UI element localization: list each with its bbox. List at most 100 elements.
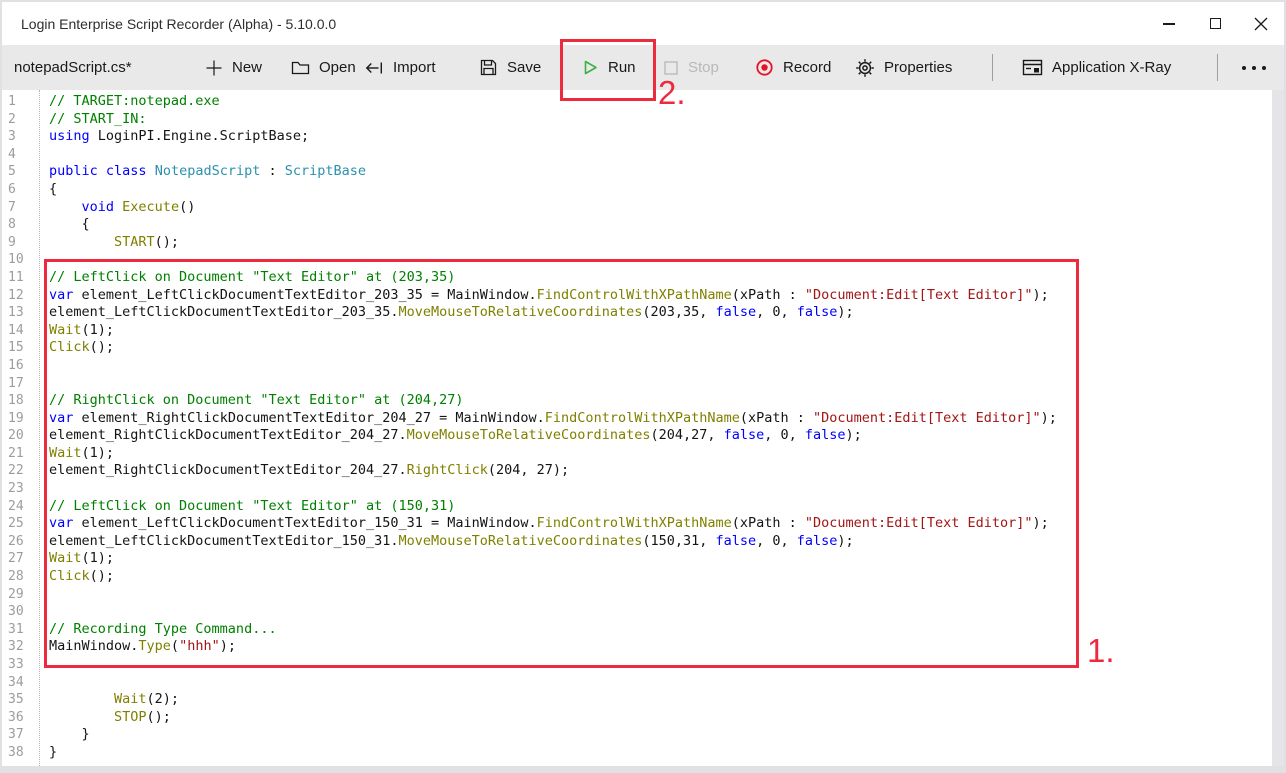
ellipsis-icon <box>1242 66 1246 70</box>
code-line[interactable]: // TARGET:notepad.exe <box>49 93 1284 111</box>
code-line[interactable] <box>49 586 1284 604</box>
vertical-scrollbar[interactable] <box>1272 90 1284 766</box>
save-label: Save <box>507 59 541 76</box>
code-line[interactable]: } <box>49 726 1284 744</box>
line-number: 38 <box>8 744 39 762</box>
plus-icon <box>205 59 223 77</box>
code-line[interactable] <box>49 656 1284 674</box>
code-line[interactable] <box>49 251 1284 269</box>
code-line[interactable]: Click(); <box>49 339 1284 357</box>
new-button[interactable]: New <box>205 45 262 90</box>
line-number: 12 <box>8 287 39 305</box>
record-circle-icon <box>755 58 774 77</box>
code-line[interactable]: } <box>49 744 1284 762</box>
minimize-button[interactable] <box>1146 2 1192 45</box>
code-line[interactable] <box>49 357 1284 375</box>
app-window: Login Enterprise Script Recorder (Alpha)… <box>2 2 1284 766</box>
line-number: 31 <box>8 621 39 639</box>
line-number: 24 <box>8 498 39 516</box>
line-number: 37 <box>8 726 39 744</box>
screenshot-canvas: Login Enterprise Script Recorder (Alpha)… <box>0 0 1286 773</box>
code-line[interactable] <box>49 674 1284 692</box>
line-number: 18 <box>8 392 39 410</box>
maximize-button[interactable] <box>1192 2 1238 45</box>
code-line[interactable]: using LoginPI.Engine.ScriptBase; <box>49 128 1284 146</box>
line-number: 9 <box>8 234 39 252</box>
line-number-gutter: 1234567891011121314151617181920212223242… <box>2 90 40 766</box>
code-line[interactable]: var element_RightClickDocumentTextEditor… <box>49 410 1284 428</box>
window-title: Login Enterprise Script Recorder (Alpha)… <box>21 16 336 32</box>
line-number: 23 <box>8 480 39 498</box>
code-editor[interactable]: 1234567891011121314151617181920212223242… <box>2 90 1284 766</box>
code-line[interactable]: Wait(1); <box>49 445 1284 463</box>
line-number: 11 <box>8 269 39 287</box>
code-line[interactable]: START(); <box>49 234 1284 252</box>
close-icon <box>1254 17 1268 31</box>
run-label: Run <box>608 59 636 76</box>
overflow-menu-button[interactable] <box>1242 45 1266 90</box>
code-line[interactable]: MainWindow.Type("hhh"); <box>49 638 1284 656</box>
stop-square-icon <box>663 60 679 76</box>
line-number: 25 <box>8 515 39 533</box>
code-line[interactable] <box>49 375 1284 393</box>
code-line[interactable]: var element_LeftClickDocumentTextEditor_… <box>49 515 1284 533</box>
line-number: 32 <box>8 638 39 656</box>
stop-button[interactable]: Stop <box>663 45 719 90</box>
code-line[interactable]: Wait(2); <box>49 691 1284 709</box>
code-area[interactable]: // TARGET:notepad.exe// START_IN:using L… <box>40 90 1284 766</box>
code-line[interactable]: public class NotepadScript : ScriptBase <box>49 163 1284 181</box>
code-line[interactable]: STOP(); <box>49 709 1284 727</box>
folder-icon <box>291 60 310 76</box>
line-number: 29 <box>8 586 39 604</box>
code-line[interactable]: element_LeftClickDocumentTextEditor_150_… <box>49 533 1284 551</box>
title-bar: Login Enterprise Script Recorder (Alpha)… <box>2 2 1284 45</box>
run-button[interactable]: Run <box>582 45 636 90</box>
save-button[interactable]: Save <box>479 45 541 90</box>
line-number: 28 <box>8 568 39 586</box>
code-line[interactable]: // LeftClick on Document "Text Editor" a… <box>49 269 1284 287</box>
line-number: 36 <box>8 709 39 727</box>
toolbar-divider <box>992 54 993 81</box>
code-line[interactable]: element_RightClickDocumentTextEditor_204… <box>49 427 1284 445</box>
app-window-icon <box>1022 59 1043 76</box>
code-line[interactable]: { <box>49 181 1284 199</box>
code-line[interactable]: void Execute() <box>49 199 1284 217</box>
close-button[interactable] <box>1238 2 1284 45</box>
line-number: 10 <box>8 251 39 269</box>
code-line[interactable]: // RightClick on Document "Text Editor" … <box>49 392 1284 410</box>
line-number: 13 <box>8 304 39 322</box>
code-line[interactable] <box>49 603 1284 621</box>
gear-icon <box>855 58 875 78</box>
code-line[interactable] <box>49 480 1284 498</box>
code-line[interactable]: element_RightClickDocumentTextEditor_204… <box>49 462 1284 480</box>
code-line[interactable]: // Recording Type Command... <box>49 621 1284 639</box>
properties-button[interactable]: Properties <box>855 45 952 90</box>
application-xray-button[interactable]: Application X-Ray <box>1022 45 1171 90</box>
line-number: 8 <box>8 216 39 234</box>
code-line[interactable]: element_LeftClickDocumentTextEditor_203_… <box>49 304 1284 322</box>
line-number: 17 <box>8 375 39 393</box>
stop-label: Stop <box>688 59 719 76</box>
code-line[interactable]: Wait(1); <box>49 550 1284 568</box>
open-label: Open <box>319 59 356 76</box>
code-line[interactable]: var element_LeftClickDocumentTextEditor_… <box>49 287 1284 305</box>
line-number: 5 <box>8 163 39 181</box>
code-line[interactable]: Click(); <box>49 568 1284 586</box>
tab-notepadscript[interactable]: notepadScript.cs* <box>14 45 132 90</box>
open-button[interactable]: Open <box>291 45 356 90</box>
application-xray-label: Application X-Ray <box>1052 59 1171 76</box>
import-button[interactable]: Import <box>364 45 436 90</box>
record-button[interactable]: Record <box>755 45 831 90</box>
line-number: 15 <box>8 339 39 357</box>
record-label: Record <box>783 59 831 76</box>
line-number: 33 <box>8 656 39 674</box>
line-number: 2 <box>8 111 39 129</box>
new-label: New <box>232 59 262 76</box>
line-number: 27 <box>8 550 39 568</box>
tab-label: notepadScript.cs* <box>14 59 132 76</box>
code-line[interactable]: { <box>49 216 1284 234</box>
code-line[interactable]: // LeftClick on Document "Text Editor" a… <box>49 498 1284 516</box>
code-line[interactable]: // START_IN: <box>49 111 1284 129</box>
code-line[interactable]: Wait(1); <box>49 322 1284 340</box>
code-line[interactable] <box>49 146 1284 164</box>
